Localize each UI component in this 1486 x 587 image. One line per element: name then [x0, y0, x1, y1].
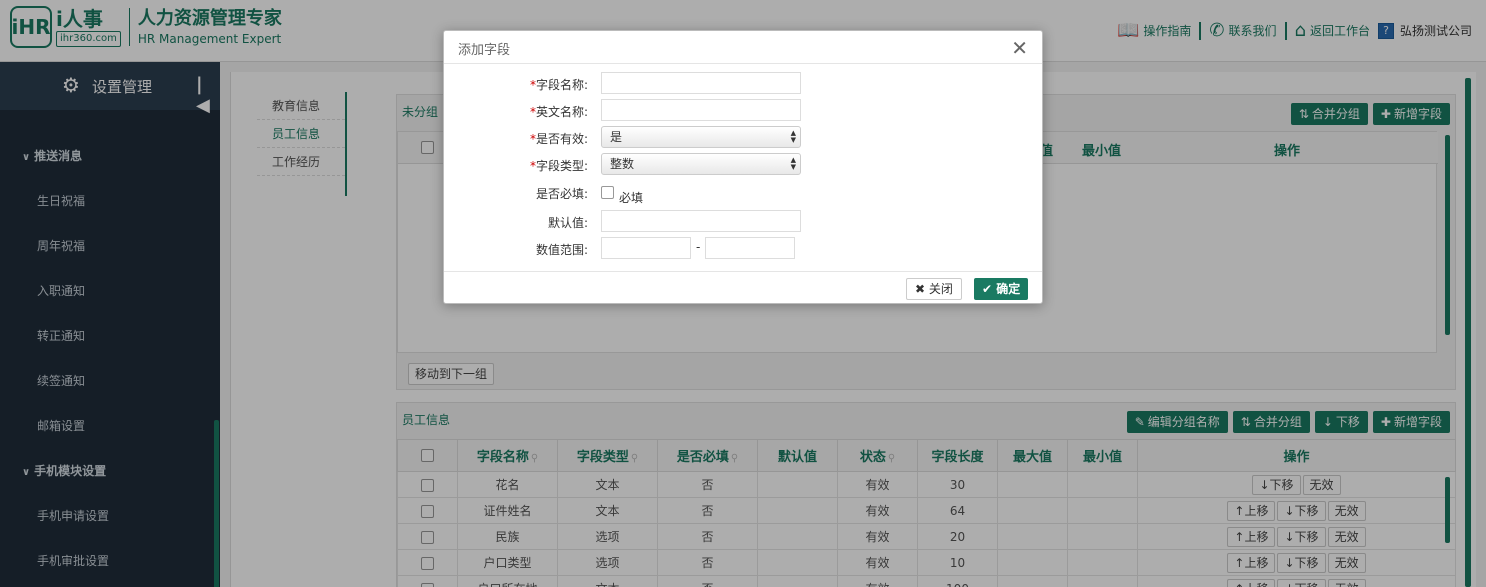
form-row-required: 是否必填: 必填	[444, 181, 1042, 205]
required-checkbox[interactable]	[601, 186, 614, 199]
range-label: 数值范围:	[535, 243, 588, 257]
required-checkbox-label: 必填	[619, 191, 644, 205]
valid-select[interactable]: 是 ▲ ▼	[601, 126, 801, 148]
form-row-english-name: *英文名称:	[444, 99, 1042, 123]
divider	[444, 271, 1042, 272]
required-label: 是否必填:	[535, 187, 588, 201]
close-button[interactable]: ✖ 关闭	[906, 278, 962, 300]
range-min-input[interactable]	[601, 237, 691, 259]
english-name-label: *英文名称:	[529, 105, 588, 119]
select-arrows-icon: ▲ ▼	[790, 129, 796, 144]
type-select[interactable]: 整数 ▲ ▼	[601, 153, 801, 175]
field-name-label: *字段名称:	[529, 78, 588, 92]
range-max-input[interactable]	[705, 237, 795, 259]
default-label: 默认值:	[547, 216, 588, 230]
check-icon: ✔	[982, 282, 993, 296]
type-label: *字段类型:	[529, 159, 588, 173]
required-checkbox-wrap[interactable]: 必填	[601, 183, 643, 206]
form-row-range: 数值范围: -	[444, 237, 1042, 261]
english-name-input[interactable]	[601, 99, 801, 121]
form-row-field-name: *字段名称:	[444, 72, 1042, 96]
range-separator: -	[696, 240, 701, 254]
divider	[444, 63, 1042, 64]
form-row-valid: *是否有效: 是 ▲ ▼	[444, 126, 1042, 150]
add-field-dialog: 添加字段 ✕ *字段名称: *英文名称: *是否有效: 是 ▲ ▼ *字段类型: 整…	[443, 30, 1043, 304]
default-value-input[interactable]	[601, 210, 801, 232]
field-name-input[interactable]	[601, 72, 801, 94]
form-row-default: 默认值:	[444, 210, 1042, 234]
valid-label: *是否有效:	[529, 132, 588, 146]
close-icon[interactable]: ✕	[1011, 36, 1028, 60]
form-row-type: *字段类型: 整数 ▲ ▼	[444, 153, 1042, 177]
select-arrows-icon: ▲ ▼	[790, 156, 796, 171]
dialog-title: 添加字段	[458, 43, 511, 58]
confirm-button[interactable]: ✔ 确定	[974, 278, 1029, 300]
close-x-icon: ✖	[915, 282, 926, 296]
